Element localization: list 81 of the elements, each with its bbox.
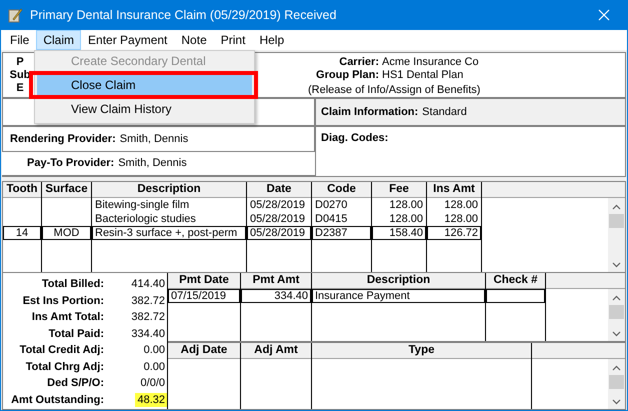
table-cell-text: 128.00 xyxy=(443,212,479,226)
field-value: Standard xyxy=(422,106,467,118)
table-cell: MOD xyxy=(42,226,91,240)
column-header[interactable]: Adj Amt xyxy=(241,343,311,359)
summary-label: Est Ins Portion: xyxy=(22,294,104,307)
column-header[interactable]: Fee xyxy=(372,182,426,198)
summary-value: 414.40 xyxy=(130,277,166,292)
scrollbar-thumb[interactable] xyxy=(609,305,624,319)
field-label: Carrier: xyxy=(338,56,380,69)
release-note: (Release of Info/Assign of Benefits) xyxy=(307,83,480,97)
field-value: Smith, Dennis xyxy=(120,132,188,145)
summary-label: Total Billed: xyxy=(40,278,104,290)
field-label: Diag. Codes: xyxy=(321,132,388,144)
field-label: Claim Information: xyxy=(321,106,418,118)
menu-item[interactable]: View Claim History xyxy=(37,99,252,119)
window-title: Primary Dental Insurance Claim (05/29/2019) Received xyxy=(30,8,338,22)
summary-label: Total Paid: xyxy=(48,328,104,340)
column-header[interactable]: Tooth xyxy=(3,182,41,198)
field-label: Rendering Provider: xyxy=(10,132,116,145)
table-cell: Resin-3 surface +, post-perm xyxy=(92,226,246,240)
column-header[interactable]: Description xyxy=(312,273,485,289)
column-header[interactable]: Code xyxy=(312,182,371,198)
summary-label: Total Chrg Adj: xyxy=(24,360,104,373)
summary-value: 382.72 xyxy=(130,294,166,308)
table-cell-text: 05/28/2019 xyxy=(249,212,306,226)
table-cell: 14 xyxy=(3,226,41,240)
summary-label: Total Credit Adj: xyxy=(18,344,104,356)
table-cell-text: Bitewing-single film xyxy=(94,198,190,212)
column-header[interactable]: Adj Date xyxy=(168,343,240,359)
summary-label: Ded S/P/O: xyxy=(46,377,104,390)
table-cell: 334.40 xyxy=(241,289,311,303)
table-cell-text: 05/28/2019 xyxy=(249,198,306,212)
menu-item[interactable]: File xyxy=(3,30,36,50)
table-cell-text: D0270 xyxy=(314,198,348,212)
summary-value: 334.40 xyxy=(130,326,166,341)
field-label: Group Plan: xyxy=(315,69,380,82)
scrollbar[interactable] xyxy=(608,359,625,409)
menu-item[interactable]: Claim xyxy=(36,30,82,50)
summary-label: Ins Amt Total: xyxy=(30,311,104,324)
table-cell: Insurance Payment xyxy=(312,289,485,303)
table-cell: 07/15/2019 xyxy=(168,289,240,303)
menu-item[interactable]: Note xyxy=(174,30,214,50)
table-cell-text: 128.00 xyxy=(388,198,424,212)
summary-value: 0.00 xyxy=(142,343,166,358)
table-cell: 158.40 xyxy=(372,226,426,240)
menu-item[interactable]: Enter Payment xyxy=(81,30,174,50)
field-label: Pay-To Provider: xyxy=(27,157,114,170)
table-cell: 05/28/2019 xyxy=(247,226,311,240)
close-icon[interactable] xyxy=(598,9,610,21)
table-cell: 126.72 xyxy=(427,226,481,240)
field-value: Smith, Dennis xyxy=(118,157,187,170)
field-label: P xyxy=(16,56,24,69)
column-header[interactable]: Date xyxy=(247,182,311,198)
column-header[interactable]: Check # xyxy=(486,273,545,289)
summary-value: 0/0/0 xyxy=(140,376,166,390)
table-cell-text: 128.00 xyxy=(443,198,479,212)
menu-item[interactable]: Print xyxy=(214,30,252,50)
menu-item[interactable]: Close Claim xyxy=(37,75,252,95)
table-cell-text: Bacteriologic studies xyxy=(94,212,197,226)
summary-value: 0.00 xyxy=(142,360,166,374)
summary-value: 382.72 xyxy=(130,310,166,324)
column-header[interactable]: Description xyxy=(92,182,246,198)
scrollbar-thumb[interactable] xyxy=(609,214,624,228)
column-header[interactable]: Surface xyxy=(42,182,91,198)
scrollbar[interactable] xyxy=(608,198,625,272)
notepad-icon xyxy=(7,7,23,23)
table-cell: D2387 xyxy=(312,226,371,240)
summary-value: 48.32 xyxy=(135,392,167,407)
column-header[interactable]: Pmt Amt xyxy=(241,273,311,289)
summary-label: Amt Outstanding: xyxy=(10,394,104,406)
table-cell-text: 128.00 xyxy=(388,212,424,226)
column-header[interactable]: Ins Amt xyxy=(427,182,481,198)
scrollbar-thumb[interactable] xyxy=(609,375,624,389)
field-label: E xyxy=(16,82,24,95)
column-header[interactable]: Type xyxy=(312,343,531,359)
scrollbar[interactable] xyxy=(608,289,625,341)
field-value: Acme Insurance Co xyxy=(382,56,480,69)
table-cell-text: D0415 xyxy=(314,212,348,226)
field-value: HS1 Dental Plan xyxy=(382,69,464,82)
menu-item[interactable]: Help xyxy=(252,30,292,50)
column-header[interactable]: Pmt Date xyxy=(168,273,240,289)
